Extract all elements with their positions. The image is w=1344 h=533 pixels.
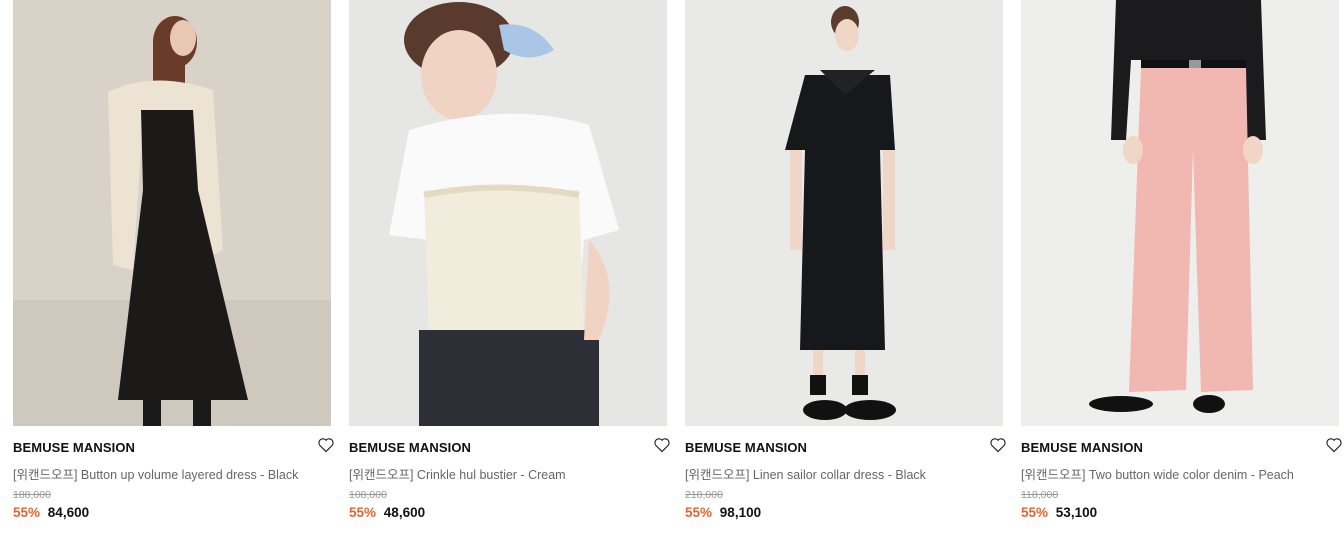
wishlist-heart-icon[interactable] xyxy=(1325,437,1343,453)
original-price: 218,000 xyxy=(685,489,723,501)
original-price: 108,000 xyxy=(349,489,387,501)
product-image[interactable] xyxy=(685,0,1003,426)
product-brand[interactable]: BEMUSE MANSION xyxy=(1021,440,1143,455)
discount-rate: 55% xyxy=(1021,505,1049,520)
discount-rate: 55% xyxy=(13,505,41,520)
product-title[interactable]: [위캔드오프] Crinkle hul bustier - Cream xyxy=(349,464,667,483)
product-photo-denim-peach xyxy=(1021,0,1339,426)
product-image[interactable] xyxy=(13,0,331,426)
original-price: 188,000 xyxy=(13,489,51,501)
product-image[interactable] xyxy=(1021,0,1339,426)
wishlist-heart-icon[interactable] xyxy=(653,437,671,453)
wishlist-heart-icon[interactable] xyxy=(317,437,335,453)
wishlist-heart-icon[interactable] xyxy=(989,437,1007,453)
product-card[interactable]: BEMUSE MANSION [위캔드오프] Linen sailor coll… xyxy=(685,0,1006,533)
price-line: 55% 48,600 xyxy=(349,505,425,520)
sale-price: 84,600 xyxy=(47,505,90,520)
product-brand[interactable]: BEMUSE MANSION xyxy=(349,440,471,455)
product-photo-bustier-cream xyxy=(349,0,667,426)
price-line: 55% 53,100 xyxy=(1021,505,1097,520)
price-line: 55% 84,600 xyxy=(13,505,89,520)
sale-price: 53,100 xyxy=(1055,505,1098,520)
product-card[interactable]: BEMUSE MANSION [위캔드오프] Two button wide c… xyxy=(1021,0,1342,533)
product-title[interactable]: [위캔드오프] Button up volume layered dress -… xyxy=(13,464,331,483)
product-title[interactable]: [위캔드오프] Linen sailor collar dress - Blac… xyxy=(685,464,1003,483)
product-photo-sailor-dress-black xyxy=(685,0,1003,426)
sale-price: 48,600 xyxy=(383,505,426,520)
product-title[interactable]: [위캔드오프] Two button wide color denim - Pe… xyxy=(1021,464,1339,483)
discount-rate: 55% xyxy=(685,505,713,520)
product-card[interactable]: BEMUSE MANSION [위캔드오프] Crinkle hul busti… xyxy=(349,0,670,533)
product-photo-dress-black xyxy=(13,0,331,426)
sale-price: 98,100 xyxy=(719,505,762,520)
product-brand[interactable]: BEMUSE MANSION xyxy=(13,440,135,455)
product-card[interactable]: BEMUSE MANSION [위캔드오프] Button up volume … xyxy=(13,0,334,533)
original-price: 118,000 xyxy=(1021,489,1059,501)
product-brand[interactable]: BEMUSE MANSION xyxy=(685,440,807,455)
discount-rate: 55% xyxy=(349,505,377,520)
product-image[interactable] xyxy=(349,0,667,426)
price-line: 55% 98,100 xyxy=(685,505,761,520)
product-grid: BEMUSE MANSION [위캔드오프] Button up volume … xyxy=(0,0,1344,533)
